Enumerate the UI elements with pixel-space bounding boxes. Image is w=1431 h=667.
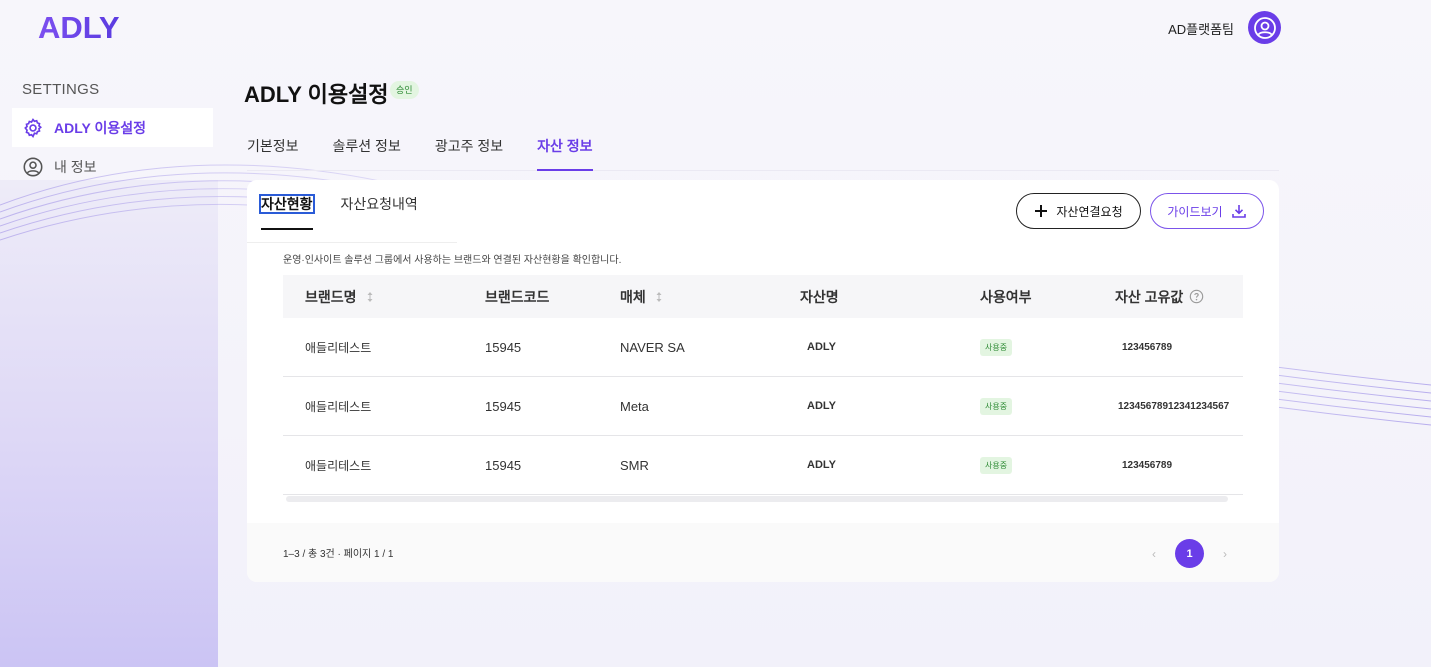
pagination-summary: 1–3 / 총 3건 · 페이지 1 / 1 (283, 549, 394, 560)
button-label: 자산연결요청 (1056, 204, 1123, 219)
help-icon[interactable] (1189, 289, 1204, 304)
subtab-divider (247, 242, 457, 243)
svg-text:ADLY: ADLY (38, 12, 120, 42)
col-media[interactable]: 매체 (620, 287, 800, 307)
col-brand-code: 브랜드코드 (485, 288, 550, 305)
header-label: 매체 (620, 288, 646, 305)
cell-media: SMR (620, 457, 649, 473)
table-header: 브랜드명 브랜드코드 매체 자산명 사용여부 자산 고유값 (283, 275, 1243, 318)
horizontal-scrollbar[interactable] (286, 496, 1228, 502)
cell-uid: 123456789 (1122, 459, 1173, 471)
sidebar-item-adly-settings[interactable]: ADLY 이용설정 (12, 108, 213, 147)
cell-asset: ADLY (807, 400, 836, 412)
page-title: ADLY 이용설정 (244, 82, 389, 107)
cell-asset: ADLY (807, 459, 836, 471)
prev-page-button[interactable]: ‹ (1147, 547, 1161, 561)
subtab-asset-requests[interactable]: 자산요청내역 (341, 192, 418, 230)
cell-media: NAVER SA (620, 339, 685, 355)
next-page-button[interactable]: › (1218, 547, 1232, 561)
sidebar-item-my-info[interactable]: 내 정보 (12, 147, 213, 186)
sidebar-item-label: 내 정보 (54, 158, 97, 175)
cell-asset: ADLY (807, 341, 836, 353)
col-brand-name[interactable]: 브랜드명 (283, 287, 485, 307)
cell-use: 사용중 (980, 397, 1115, 415)
tab-advertiser-info[interactable]: 광고주 정보 (435, 130, 503, 171)
user-name: AD플랫폼팀 (1168, 22, 1234, 37)
subtab-asset-status[interactable]: 자산현황 (259, 192, 315, 230)
subtab-label: 자산요청내역 (340, 196, 418, 212)
table-row[interactable]: 애들리테스트 15945 NAVER SA ADLY 사용중 123456789 (283, 318, 1243, 377)
cell-code: 15945 (485, 339, 522, 355)
table-row[interactable]: 애들리테스트 15945 Meta ADLY 사용중 1234567891234… (283, 377, 1243, 436)
use-status-badge: 사용중 (980, 398, 1013, 415)
download-icon (1231, 205, 1246, 218)
user-circle-icon (23, 157, 43, 176)
table-row[interactable]: 애들리테스트 15945 SMR ADLY 사용중 123456789 (283, 436, 1243, 495)
gear-icon (24, 117, 42, 138)
tab-solution-info[interactable]: 솔루션 정보 (333, 130, 401, 171)
header-label: 자산 고유값 (1115, 288, 1184, 305)
col-asset-uid: 자산 고유값 (1115, 287, 1243, 307)
description-text: 운영·인사이트 솔루션 그룹에서 사용하는 브랜드와 연결된 자산현황을 확인합… (283, 255, 622, 266)
user-avatar[interactable] (1248, 11, 1281, 44)
asset-card: 자산현황 자산요청내역 자산연결요청 가이드보기 운영·인사이트 솔루션 그룹에… (247, 180, 1279, 582)
use-status-badge: 사용중 (980, 457, 1013, 474)
button-label: 가이드보기 (1167, 204, 1223, 219)
cell-brand: 애들리테스트 (305, 340, 372, 355)
use-status-badge: 사용중 (980, 339, 1013, 356)
pagination: ‹ 1 › (1147, 539, 1232, 568)
sidebar-title: SETTINGS (22, 81, 100, 98)
cell-use: 사용중 (980, 338, 1115, 356)
page-number-button[interactable]: 1 (1175, 539, 1204, 568)
tab-basic-info[interactable]: 기본정보 (247, 130, 299, 171)
cell-use: 사용중 (980, 456, 1115, 474)
cell-brand: 애들리테스트 (305, 458, 372, 473)
cell-brand: 애들리테스트 (305, 399, 372, 414)
cell-media: Meta (620, 398, 649, 414)
col-asset-name: 자산명 (800, 288, 839, 305)
main-tabs: 기본정보 솔루션 정보 광고주 정보 자산 정보 (247, 130, 1279, 171)
cell-uid: 123456789 (1122, 341, 1173, 353)
table-footer: 1–3 / 총 3건 · 페이지 1 / 1 ‹ 1 › (247, 523, 1279, 582)
guide-download-button[interactable]: 가이드보기 (1150, 193, 1264, 229)
cell-uid: 12345678912341234567 (1118, 400, 1230, 412)
subtab-label: 자산현황 (259, 194, 315, 214)
sort-icon (367, 291, 373, 302)
asset-connect-request-button[interactable]: 자산연결요청 (1016, 193, 1141, 229)
user-circle-icon (1253, 16, 1276, 39)
plus-icon (1035, 205, 1048, 217)
asset-table: 브랜드명 브랜드코드 매체 자산명 사용여부 자산 고유값 애들리테스트 159… (283, 275, 1243, 495)
header-label: 브랜드명 (305, 288, 357, 305)
sidebar-item-label: ADLY 이용설정 (54, 119, 146, 136)
cell-code: 15945 (485, 398, 522, 414)
status-badge: 승인 (390, 81, 419, 99)
background-panel (0, 180, 218, 667)
adly-logo[interactable]: ADLY (38, 12, 130, 42)
tab-asset-info[interactable]: 자산 정보 (537, 130, 593, 171)
sort-icon (656, 291, 662, 302)
subtabs: 자산현황 자산요청내역 (259, 192, 418, 230)
col-use-status: 사용여부 (980, 288, 1032, 305)
cell-code: 15945 (485, 457, 522, 473)
